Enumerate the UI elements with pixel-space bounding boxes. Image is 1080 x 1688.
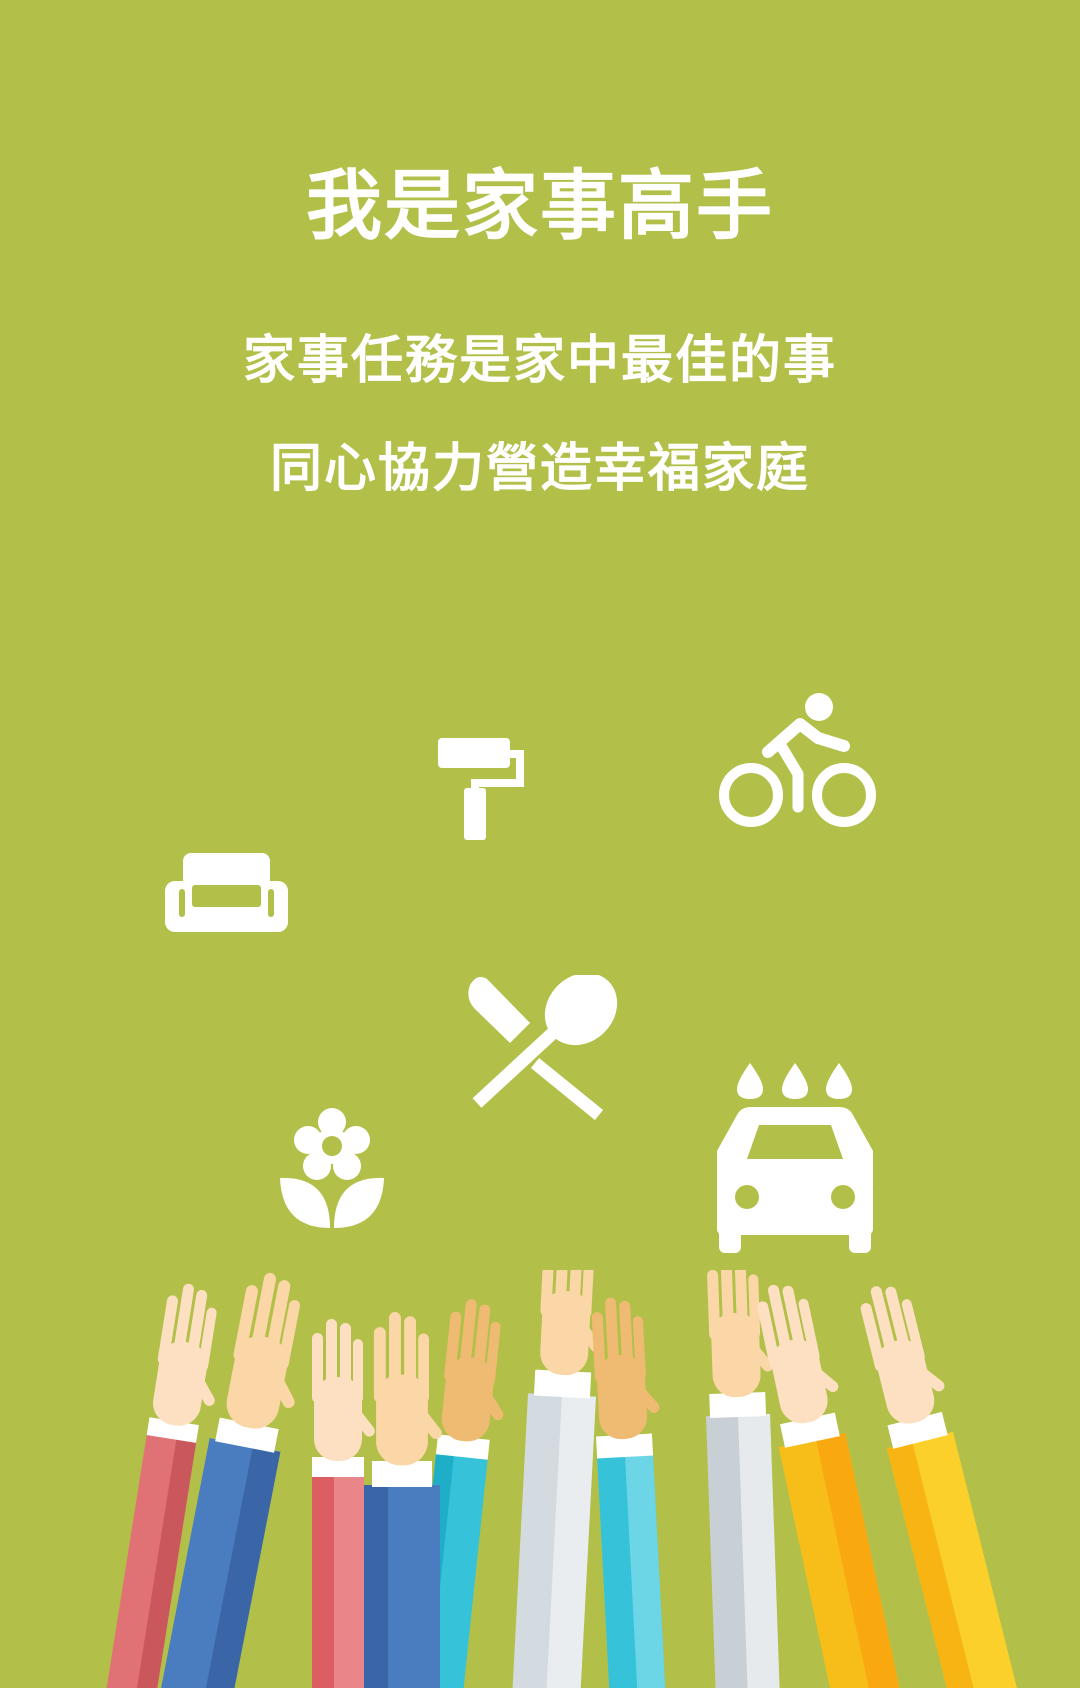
knife-spoon-icon [468,975,618,1120]
app-title: 我是家事高手 [306,161,774,250]
flower-icon [280,1108,384,1228]
paint-roller-icon [438,738,524,840]
car-wash-icon [717,1063,873,1253]
sofa-icon [165,853,288,932]
tagline-line-2: 同心協力營造幸福家庭 [269,439,810,499]
tagline-line-1: 家事任務是家中最佳的事 [242,331,837,391]
bicycle-icon [719,693,876,827]
splash-screen: { "splash": { "title": "我是家事高手", "taglin… [0,0,1080,1688]
raised-hands-illustration [106,1270,1019,1688]
